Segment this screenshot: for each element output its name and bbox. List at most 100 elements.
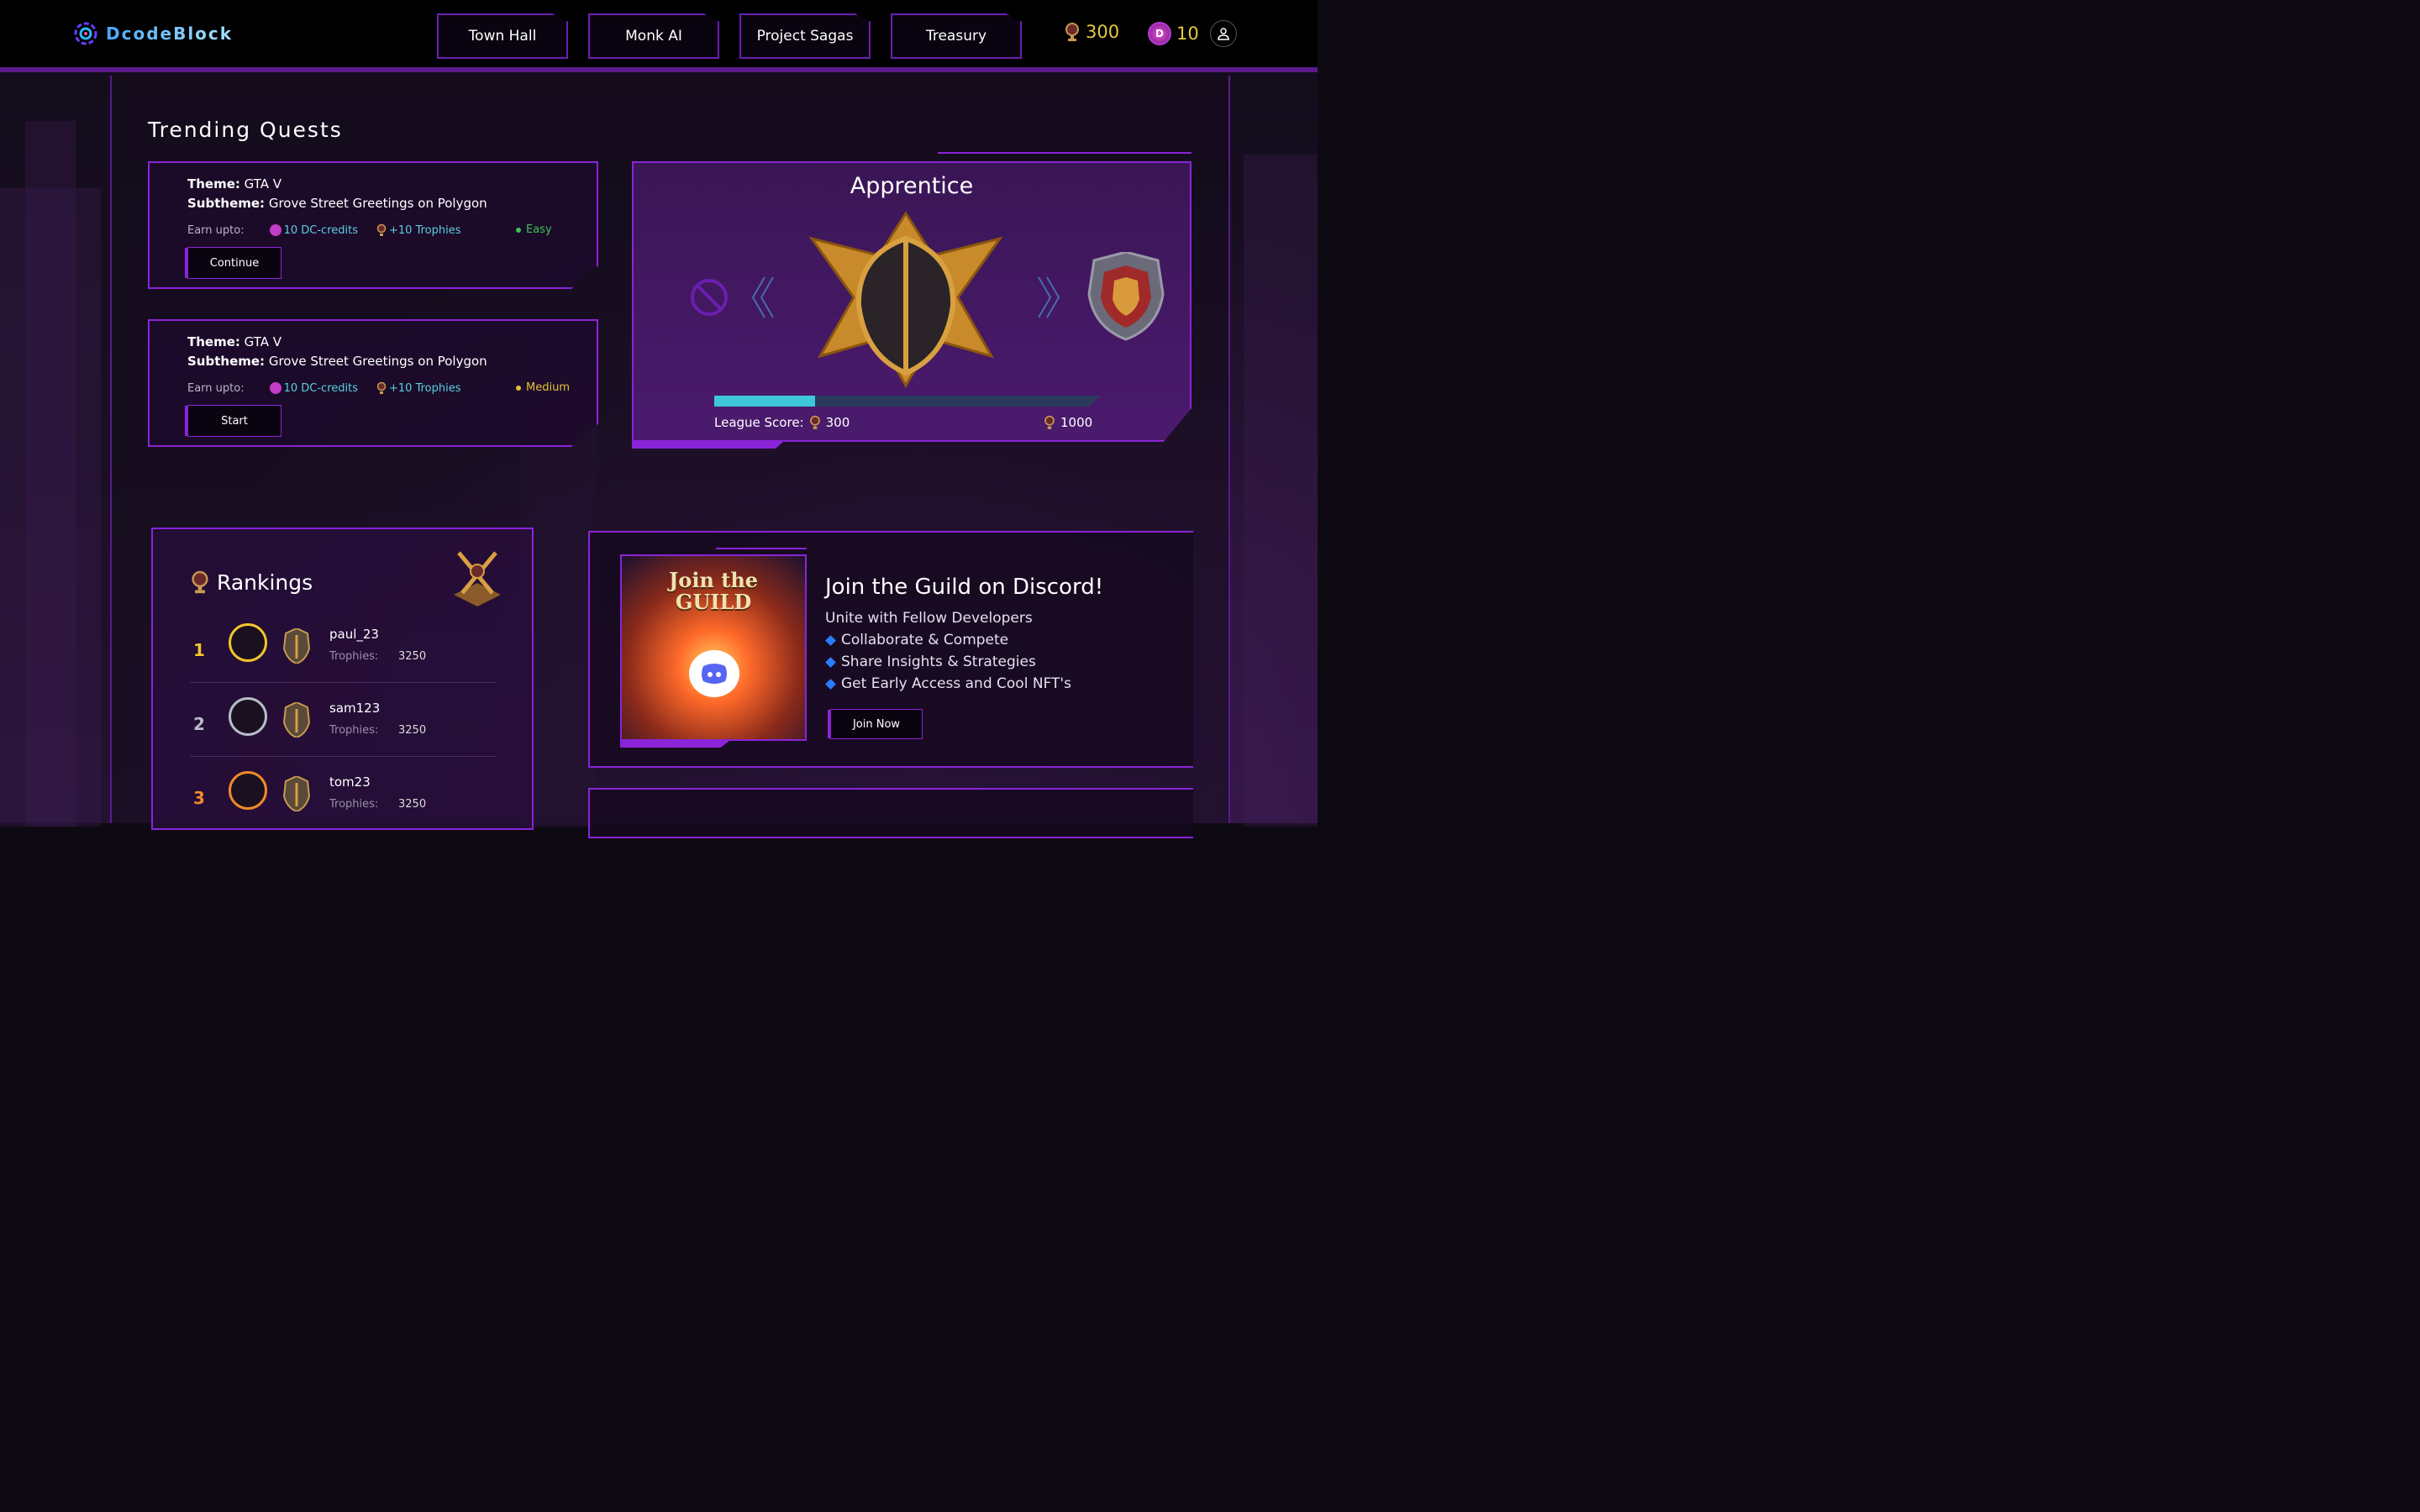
next-card — [588, 788, 1193, 838]
nav-project-sagas[interactable]: Project Sagas — [739, 13, 871, 59]
username: paul_23 — [329, 627, 379, 642]
trophy-balance: 300 — [1064, 22, 1119, 42]
quest-theme: GTA V — [244, 334, 282, 349]
theme-label: Theme: — [187, 176, 240, 192]
league-card: Apprentice League Score: 300 1000 — [632, 161, 1192, 442]
brand-name: DcodeBlock — [106, 24, 234, 44]
nav-monk-ai[interactable]: Monk AI — [588, 13, 719, 59]
trophies-value: 3250 — [398, 724, 427, 737]
guild-bullet: Get Early Access and Cool NFT's — [825, 675, 1071, 692]
guild-image-tab — [620, 741, 729, 748]
row-divider — [190, 682, 496, 683]
trophy-icon — [376, 223, 387, 236]
username: tom23 — [329, 774, 371, 790]
earn-label: Earn upto: — [187, 381, 245, 395]
league-score-label: League Score: — [714, 415, 804, 430]
trophy-icon — [809, 415, 820, 429]
difficulty-text: Easy — [526, 223, 552, 236]
trophy-icon — [192, 570, 208, 594]
start-button[interactable]: Start — [185, 405, 281, 437]
rank-badge-icon — [282, 702, 311, 738]
user-profile-button[interactable] — [1210, 20, 1237, 47]
quest-rewards: Earn upto: 10 DC-credits +10 Trophies — [187, 223, 460, 237]
quest-theme: GTA V — [244, 176, 282, 192]
join-now-button[interactable]: Join Now — [828, 709, 923, 739]
league-max-value: 1000 — [1060, 415, 1093, 430]
guild-bullet: Share Insights & Strategies — [825, 654, 1036, 670]
diamond-icon — [825, 656, 836, 668]
earn-label: Earn upto: — [187, 223, 245, 237]
nav-treasury[interactable]: Treasury — [891, 13, 1022, 59]
league-progress-fill — [714, 396, 815, 407]
league-card-tab — [632, 442, 783, 449]
continue-button[interactable]: Continue — [185, 247, 281, 279]
chevron-right-icon[interactable] — [1037, 276, 1064, 319]
discord-icon — [689, 650, 739, 697]
avatar — [229, 623, 267, 662]
guild-bullet-text: Share Insights & Strategies — [841, 654, 1036, 670]
reward-trophies: +10 Trophies — [389, 381, 461, 395]
rank-number: 3 — [193, 788, 205, 808]
guild-banner-line2: GUILD — [675, 590, 752, 614]
rank-badge-icon — [282, 776, 311, 811]
frame-right-border — [1228, 76, 1230, 823]
league-card-accent — [938, 152, 1192, 154]
chevron-left-icon[interactable] — [748, 276, 775, 319]
crossed-swords-icon — [454, 551, 501, 606]
quest-card: Theme: GTA V Subtheme: Grove Street Gree… — [148, 319, 598, 447]
guild-bullet-text: Collaborate & Compete — [841, 632, 1009, 648]
trending-quests-title: Trending Quests — [148, 118, 343, 142]
trophy-icon — [1044, 415, 1055, 429]
guild-image-accent — [716, 548, 807, 549]
nav-town-hall[interactable]: Town Hall — [437, 13, 568, 59]
rank-number: 1 — [193, 640, 205, 660]
quest-subtheme: Grove Street Greetings on Polygon — [268, 196, 487, 211]
difficulty-dot — [516, 227, 521, 233]
ranking-row[interactable]: 1 paul_23 Trophies: 3250 — [190, 618, 496, 685]
dc-credit-icon — [269, 224, 281, 236]
guild-title: Join the Guild on Discord! — [825, 575, 1104, 600]
reward-trophies: +10 Trophies — [389, 223, 461, 237]
difficulty-dot — [516, 385, 521, 391]
subtheme-label: Subtheme: — [187, 196, 266, 211]
guild-subtitle: Unite with Fellow Developers — [825, 610, 1033, 627]
rankings-header: Rankings — [190, 570, 313, 595]
logo-icon — [74, 22, 97, 45]
diamond-icon — [825, 634, 836, 646]
difficulty-text: Medium — [526, 381, 570, 394]
difficulty-badge: Medium — [516, 381, 570, 394]
trophies-label: Trophies: — [329, 724, 379, 737]
trophies-label: Trophies: — [329, 650, 379, 663]
next-rank-badge-icon — [1087, 252, 1165, 341]
discord-logo-icon — [702, 664, 727, 684]
quest-subtheme: Grove Street Greetings on Polygon — [268, 354, 487, 369]
avatar — [229, 771, 267, 810]
quest-card: Theme: GTA V Subtheme: Grove Street Gree… — [148, 161, 598, 289]
trophy-icon — [1065, 23, 1079, 41]
trophy-icon — [376, 381, 387, 394]
guild-banner-image: Join the GUILD — [620, 554, 807, 741]
avatar — [229, 697, 267, 736]
rankings-title: Rankings — [217, 570, 313, 595]
dc-credit-icon: D — [1148, 22, 1171, 45]
difficulty-badge: Easy — [516, 223, 552, 236]
row-divider — [190, 756, 496, 757]
guild-banner-text: Join the GUILD — [622, 570, 805, 613]
apprentice-badge-icon — [808, 211, 1003, 388]
user-icon — [1218, 28, 1229, 40]
brand-logo[interactable]: DcodeBlock — [72, 20, 233, 47]
league-score-max: 1000 — [1044, 415, 1092, 430]
trophies-value: 3250 — [398, 650, 427, 663]
ranking-row[interactable]: 3 tom23 Trophies: 3250 — [190, 766, 496, 833]
frame-left-border — [110, 76, 112, 823]
rank-number: 2 — [193, 714, 205, 734]
ranking-row[interactable]: 2 sam123 Trophies: 3250 — [190, 692, 496, 759]
guild-banner-line1: Join the — [668, 568, 759, 592]
reward-credits: 10 DC-credits — [283, 381, 358, 395]
theme-label: Theme: — [187, 334, 240, 349]
rank-badge-icon — [282, 628, 311, 664]
reward-credits: 10 DC-credits — [283, 223, 358, 237]
trophies-label: Trophies: — [329, 798, 379, 811]
rankings-card: Rankings 1 paul_23 Trophies: 3250 2 sam1… — [151, 528, 534, 830]
trophies-value: 3250 — [398, 798, 427, 811]
